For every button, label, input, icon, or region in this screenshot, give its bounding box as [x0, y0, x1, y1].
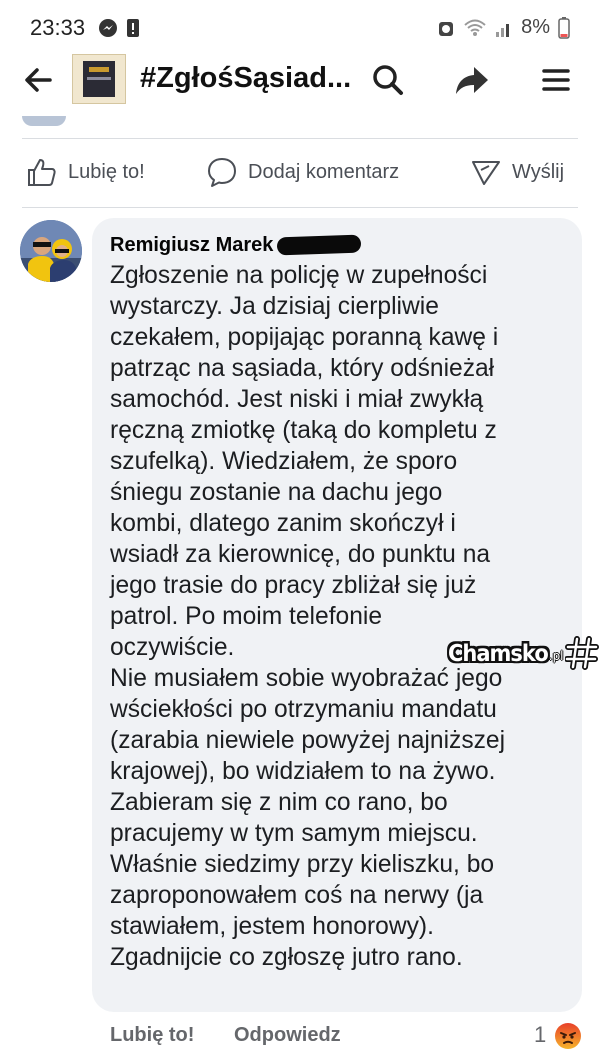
signal-icon — [496, 23, 510, 37]
watermark-suffix: .pl — [548, 649, 564, 663]
battery-percent: 8% — [521, 16, 550, 38]
app-bar: #ZgłośSąsiad... — [0, 48, 600, 110]
author-name[interactable]: Remigiusz Marek — [110, 231, 273, 259]
group-title[interactable]: #ZgłośSąsiad... — [140, 62, 351, 95]
search-icon[interactable] — [368, 60, 408, 100]
comment-like-button[interactable]: Lubię to! — [110, 1024, 194, 1047]
reaction-count[interactable]: 1 — [534, 1022, 546, 1048]
comment-button[interactable]: Dodaj komentarz — [206, 150, 399, 194]
back-arrow-icon[interactable] — [20, 62, 56, 98]
comment-line: Właśnie siedzimy przy kieliszku, bo — [110, 851, 495, 878]
comment-line: pracujemy w tym samym miejscu. — [110, 820, 478, 847]
comment-line: czekałem, popijając poranną kawę i — [110, 324, 499, 351]
battery-icon — [558, 16, 570, 39]
comment-line: Zabieram się z nim co rano, bo — [110, 789, 448, 816]
comment-line: kombi, dlatego zanim skończył i — [110, 510, 456, 537]
like-button[interactable]: Lubię to! — [26, 150, 145, 194]
comment-line: (zarabia niewiele powyżej najniższej — [110, 727, 506, 754]
censor-bar — [277, 234, 362, 256]
send-label: Wyślij — [512, 160, 565, 183]
comment-bubble-icon — [208, 158, 236, 187]
angry-reaction-icon[interactable] — [554, 1022, 582, 1050]
messenger-icon — [99, 19, 117, 37]
send-icon — [472, 161, 500, 185]
hashtag-logo-icon — [564, 636, 599, 670]
comment-reply-button[interactable]: Odpowiedz — [234, 1024, 341, 1047]
divider — [22, 207, 578, 208]
comment-line: patrol. Po moim telefonie — [110, 603, 383, 630]
comment-actions: Lubię to! Odpowiedz 1 — [0, 1020, 600, 1056]
comment-line: śniegu zostanie na dachu jego — [110, 479, 443, 506]
menu-icon[interactable] — [536, 60, 576, 100]
reactions-summary-cut — [0, 116, 600, 136]
status-time: 23:33 — [30, 15, 86, 40]
comment-line: krajowej), bo widziałem to na żywo. — [110, 758, 496, 785]
send-button[interactable]: Wyślij — [470, 150, 564, 194]
comment-label: Dodaj komentarz — [248, 160, 400, 183]
comment-line: wsiadł za kierownicę, do punktu na — [110, 541, 491, 568]
thumbs-up-icon — [28, 159, 56, 186]
comment-line: wystarczy. Ja dzisiaj cierpliwie — [110, 293, 439, 320]
notification-icon — [127, 19, 139, 37]
comment-line: Zgłoszenie na policję w zupełności — [110, 262, 488, 289]
watermark-text: Chamsko — [448, 639, 549, 667]
comment-line: ręczną zmiotkę (taką do kompletu z — [110, 417, 497, 444]
watermark: Chamsko .pl — [448, 636, 599, 670]
comment-bubble: Remigiusz Marek Zgłoszenie na policję w … — [92, 218, 582, 1012]
share-arrow-icon[interactable] — [452, 60, 492, 100]
wifi-icon — [464, 19, 486, 36]
avatar[interactable] — [20, 220, 82, 282]
post-actions-bar: Lubię to! Dodaj komentarz Wyślij — [0, 150, 600, 194]
like-label: Lubię to! — [68, 160, 145, 183]
comment-line: jego trasie do pracy zbliżał się już — [110, 572, 477, 599]
comment-author[interactable]: Remigiusz Marek — [110, 230, 562, 260]
comment-line: patrząc na sąsiada, który odśnieżał — [110, 355, 495, 382]
comment-line: stawiałem, jestem honorowy). — [110, 913, 434, 940]
comment-line: samochód. Jest niski i miał zwykłą — [110, 386, 484, 413]
comment-line: szufelką). Wiedziałem, że sporo — [110, 448, 458, 475]
group-thumbnail[interactable] — [72, 54, 126, 104]
divider — [22, 138, 578, 139]
comment-line: Zgadnijcie co zgłoszę jutro rano. — [110, 944, 463, 971]
alarm-icon — [439, 21, 454, 36]
comment-text: Zgłoszenie na policję w zupełności wystar… — [110, 260, 562, 973]
comment-line: zaproponowałem coś na nerwy (ja — [110, 882, 484, 909]
avatar-photo — [20, 220, 82, 282]
comment-line: wściekłości po otrzymaniu mandatu — [110, 696, 497, 723]
